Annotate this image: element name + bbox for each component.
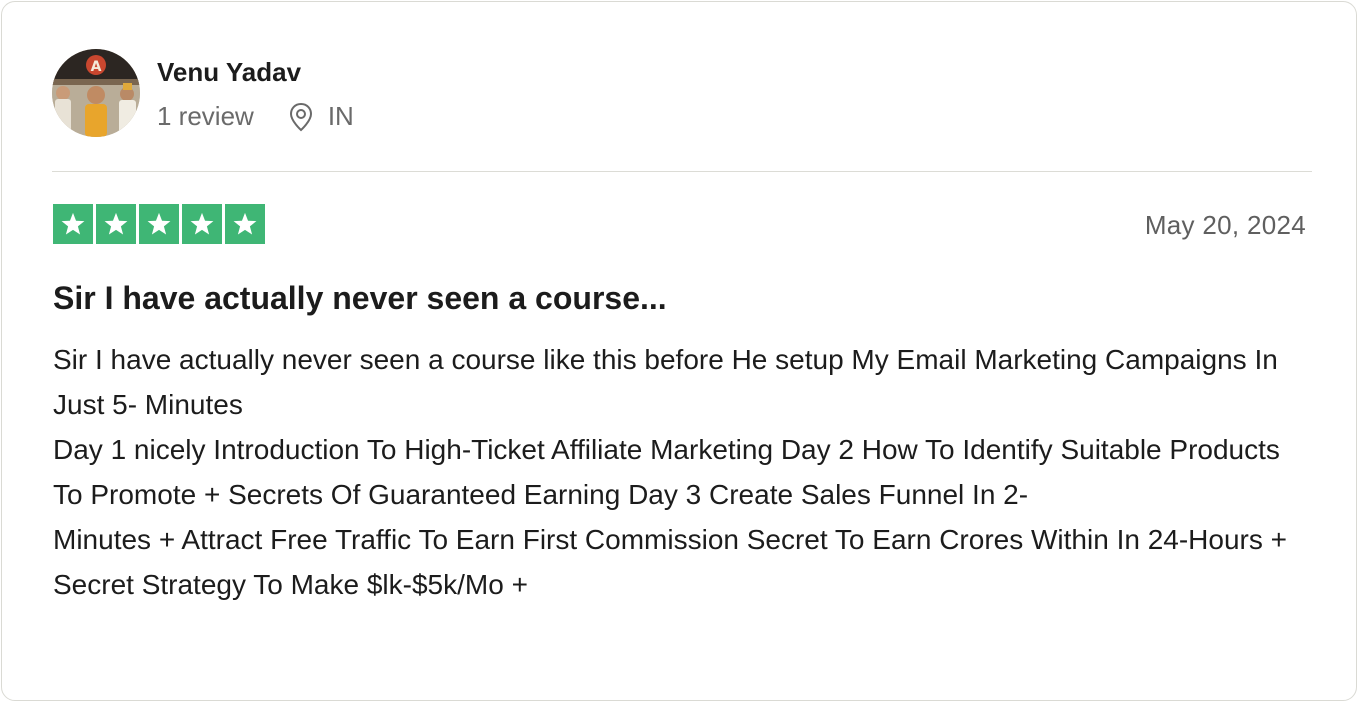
review-body-line: Minutes + Attract Free Traffic To Earn F…: [53, 524, 1287, 600]
location-pin-icon: [288, 102, 314, 132]
reviewer-header: A Venu Yadav 1 review IN: [52, 49, 1312, 139]
reviewer-country: IN: [327, 101, 354, 131]
avatar-image: A: [52, 49, 140, 137]
header-divider: [52, 171, 1312, 172]
star-rating: [53, 204, 265, 244]
reviewer-meta: 1 review IN: [157, 101, 354, 132]
review-count: 1 review: [157, 101, 254, 131]
star-icon: [96, 204, 136, 244]
review-body: Sir I have actually never seen a course …: [53, 337, 1303, 607]
reviewer-name[interactable]: Venu Yadav: [157, 57, 301, 88]
review-body-line: Sir I have actually never seen a course …: [53, 344, 1278, 420]
star-icon: [139, 204, 179, 244]
star-icon: [53, 204, 93, 244]
review-card: A Venu Yadav 1 review IN May 20, 2024 Si…: [1, 1, 1357, 701]
review-body-line: Day 1 nicely Introduction To High-Ticket…: [53, 434, 1280, 510]
reviewer-avatar[interactable]: A: [52, 49, 140, 137]
review-date: May 20, 2024: [1144, 210, 1306, 240]
star-icon: [225, 204, 265, 244]
star-icon: [182, 204, 222, 244]
review-title[interactable]: Sir I have actually never seen a course.…: [53, 280, 667, 317]
svg-text:A: A: [91, 59, 102, 75]
